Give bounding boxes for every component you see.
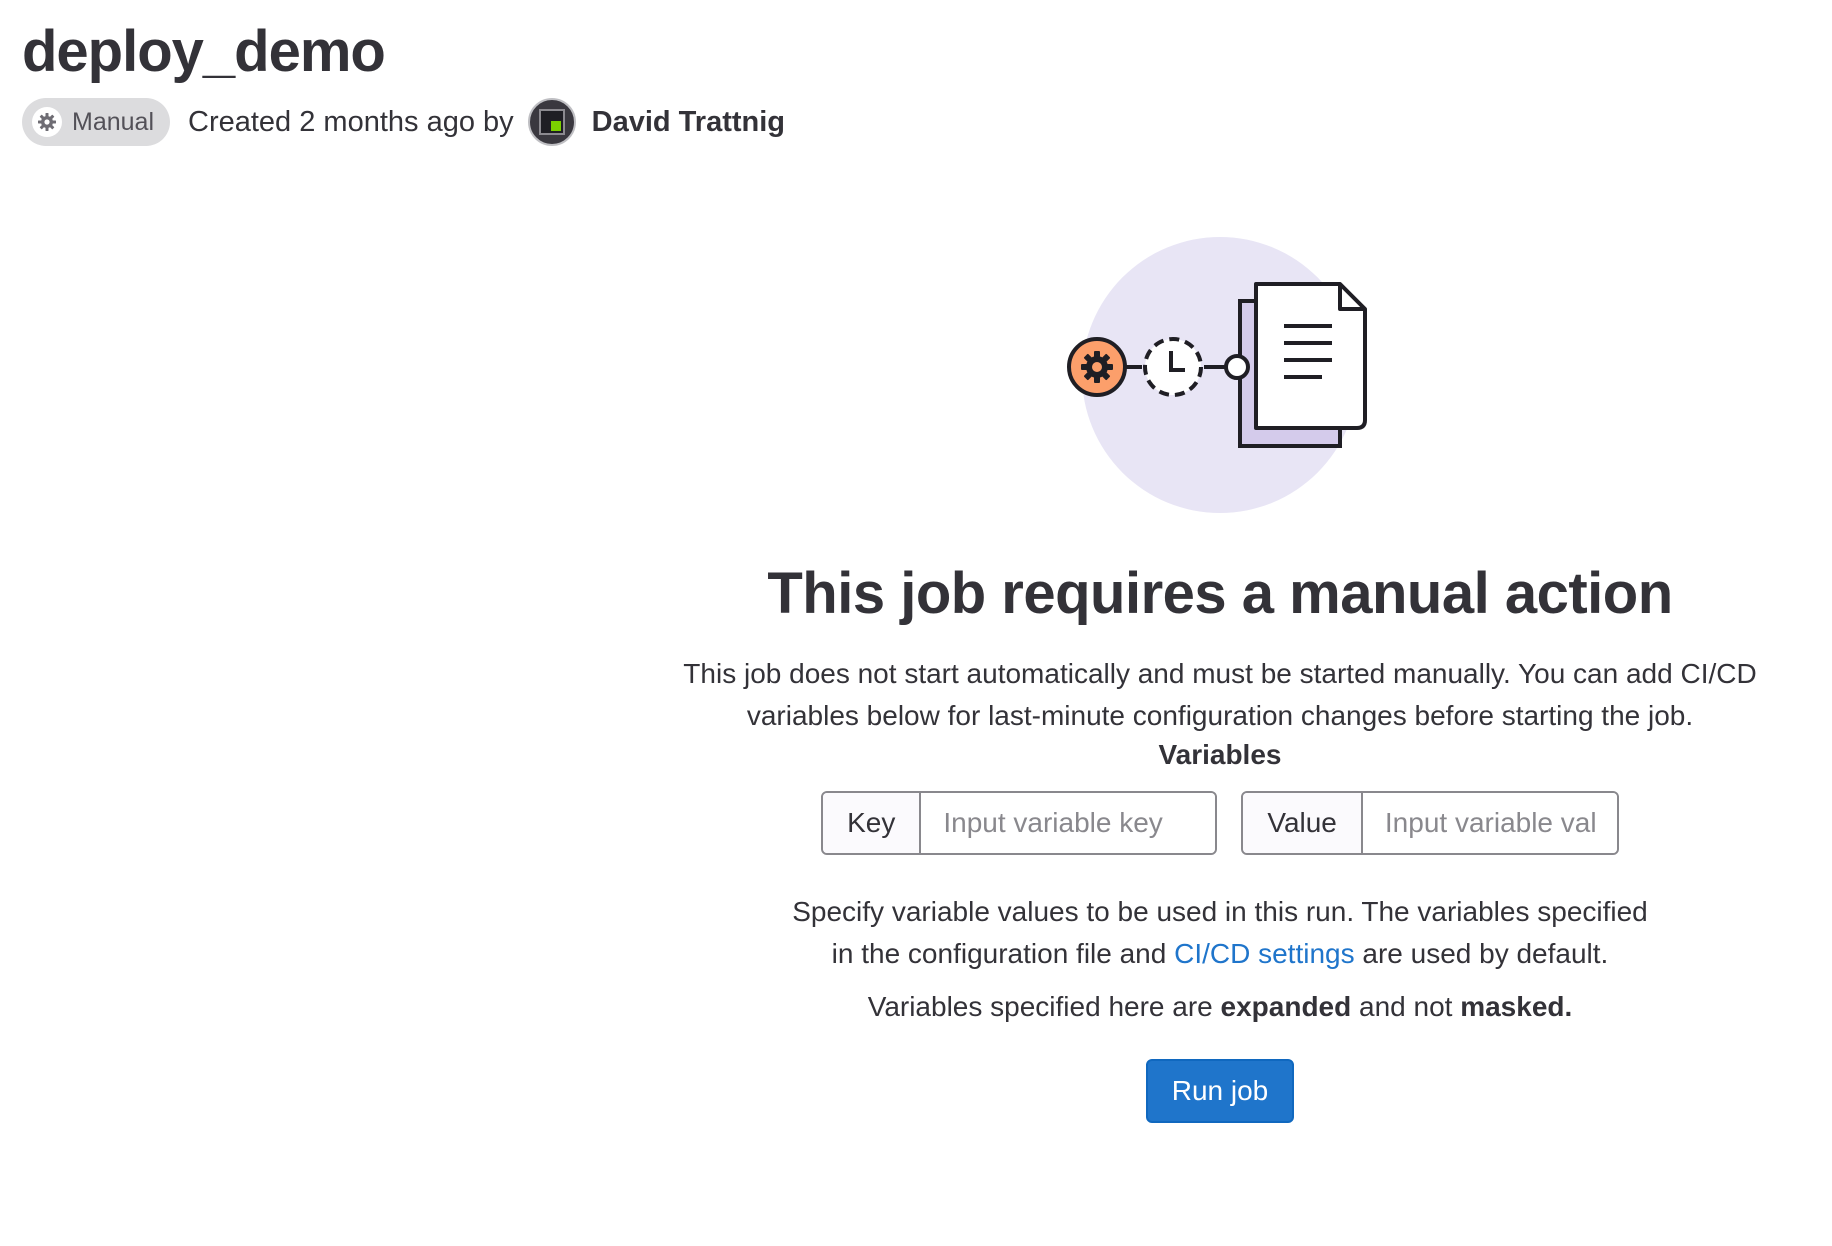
- avatar[interactable]: [527, 98, 576, 146]
- help-text-after: are used by default.: [1354, 938, 1609, 969]
- ci-cd-settings-link[interactable]: CI/CD settings: [1174, 938, 1355, 969]
- variable-value-input[interactable]: [1362, 793, 1617, 853]
- job-meta: Manual Created 2 months ago by David Tra…: [22, 98, 785, 146]
- status-badge-label: Manual: [72, 107, 154, 136]
- variable-value-group: Value: [1241, 791, 1619, 855]
- variable-row: Key Value: [660, 791, 1780, 855]
- note-prefix: Variables specified here are: [867, 991, 1221, 1022]
- gear-icon: [32, 107, 62, 137]
- page-title: deploy_demo: [22, 19, 386, 84]
- note-middle: and not: [1351, 991, 1461, 1022]
- variable-key-group: Key: [821, 791, 1218, 855]
- created-text: Created 2 months ago by: [188, 105, 514, 138]
- key-addon: Key: [823, 793, 922, 853]
- note-masked: masked.: [1460, 991, 1573, 1022]
- avatar-image: [538, 109, 565, 135]
- status-badge[interactable]: Manual: [22, 98, 170, 146]
- variables-note: Variables specified here are expanded an…: [660, 991, 1780, 1023]
- run-job-button[interactable]: Run job: [1145, 1059, 1295, 1123]
- variables-help-text: Specify variable values to be used in th…: [780, 891, 1660, 975]
- manual-job-illustration: [1067, 237, 1367, 513]
- empty-state-description: This job does not start automatically an…: [683, 658, 1757, 731]
- value-addon: Value: [1243, 793, 1363, 853]
- note-expanded: expanded: [1220, 991, 1352, 1022]
- variables-label: Variables: [1158, 739, 1282, 770]
- author-link[interactable]: David Trattnig: [592, 106, 785, 139]
- empty-state-title: This job requires a manual action: [767, 561, 1673, 626]
- manual-action-empty-state: This job requires a manual action This j…: [660, 230, 1780, 1123]
- variable-key-input[interactable]: [921, 793, 1216, 853]
